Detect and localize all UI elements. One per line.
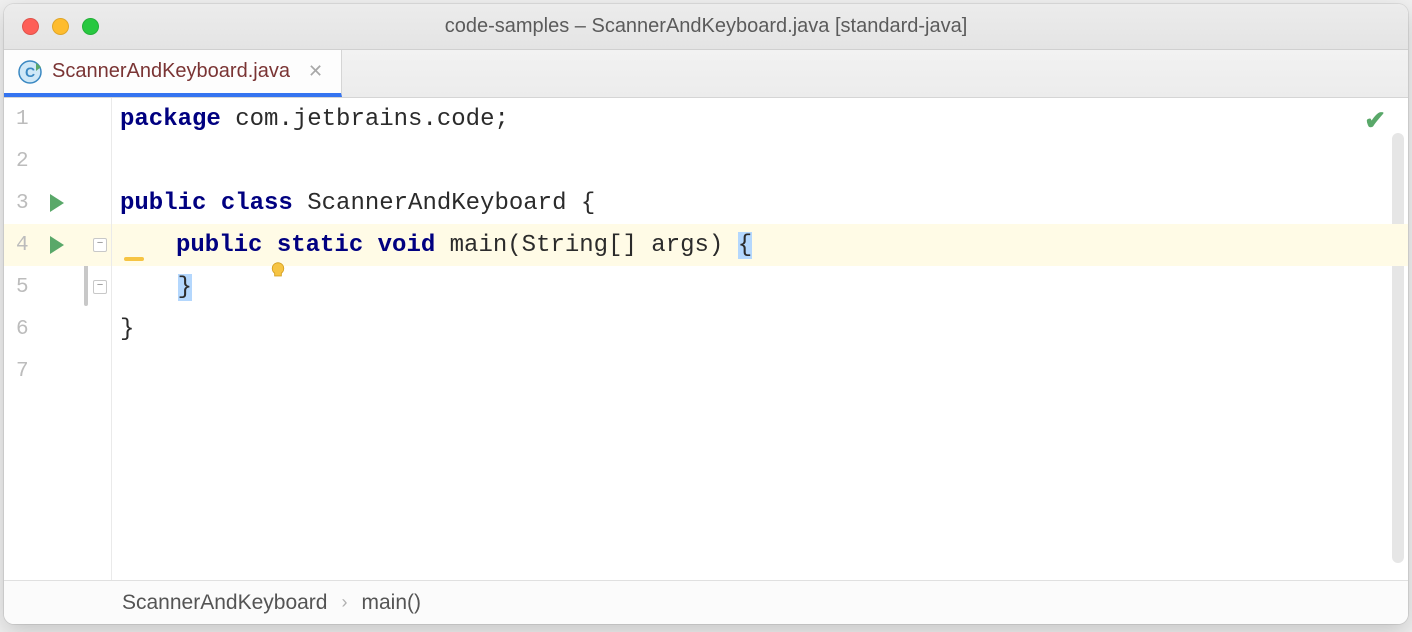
- gutter-line[interactable]: 4−: [4, 224, 111, 266]
- minimize-window-button[interactable]: [52, 18, 69, 35]
- fold-collapse-icon[interactable]: −: [93, 238, 107, 252]
- run-main-icon[interactable]: [50, 236, 64, 254]
- code-line-7[interactable]: [112, 350, 1408, 392]
- breadcrumb-method[interactable]: main(): [361, 591, 421, 615]
- code-line-5[interactable]: }: [112, 266, 1408, 308]
- close-window-button[interactable]: [22, 18, 39, 35]
- gutter: 1 2 3 4− 5− 6 7: [4, 98, 112, 580]
- code-line-1[interactable]: package com.jetbrains.code;: [112, 98, 1408, 140]
- intention-bulb-base: [124, 257, 144, 261]
- editor-tab[interactable]: C ScannerAndKeyboard.java ✕: [4, 50, 342, 97]
- gutter-line[interactable]: 5−: [4, 266, 111, 308]
- code-area[interactable]: ✔ package com.jetbrains.code; public cla…: [112, 98, 1408, 580]
- tabs-bar: C ScannerAndKeyboard.java ✕: [4, 50, 1408, 98]
- gutter-line[interactable]: 7: [4, 350, 111, 392]
- gutter-line[interactable]: 6: [4, 308, 111, 350]
- code-line-2[interactable]: [112, 140, 1408, 182]
- tab-filename: ScannerAndKeyboard.java: [52, 60, 290, 83]
- titlebar: code-samples – ScannerAndKeyboard.java […: [4, 4, 1408, 50]
- window-title: code-samples – ScannerAndKeyboard.java […: [4, 15, 1408, 38]
- gutter-line[interactable]: 2: [4, 140, 111, 182]
- fold-end-icon[interactable]: −: [93, 280, 107, 294]
- svg-text:C: C: [25, 64, 35, 80]
- chevron-right-icon: ›: [341, 592, 347, 613]
- traffic-lights: [22, 18, 99, 35]
- scrollbar[interactable]: [1392, 133, 1404, 563]
- inspection-ok-icon[interactable]: ✔: [1364, 106, 1386, 137]
- zoom-window-button[interactable]: [82, 18, 99, 35]
- gutter-line[interactable]: 1: [4, 98, 111, 140]
- gutter-line[interactable]: 3: [4, 182, 111, 224]
- java-class-file-icon: C: [18, 60, 42, 84]
- run-class-icon[interactable]: [50, 194, 64, 212]
- close-tab-icon[interactable]: ✕: [308, 61, 323, 82]
- breadcrumb-bar: ScannerAndKeyboard › main(): [4, 580, 1408, 624]
- breadcrumb-class[interactable]: ScannerAndKeyboard: [122, 591, 327, 615]
- code-line-6[interactable]: }: [112, 308, 1408, 350]
- code-line-4[interactable]: public static void main(String[] args) {: [112, 224, 1408, 266]
- ide-window: code-samples – ScannerAndKeyboard.java […: [4, 4, 1408, 624]
- intention-bulb-icon[interactable]: [124, 234, 144, 254]
- code-line-3[interactable]: public class ScannerAndKeyboard {: [112, 182, 1408, 224]
- editor[interactable]: 1 2 3 4− 5− 6 7 ✔ package com.jetbrains.…: [4, 98, 1408, 580]
